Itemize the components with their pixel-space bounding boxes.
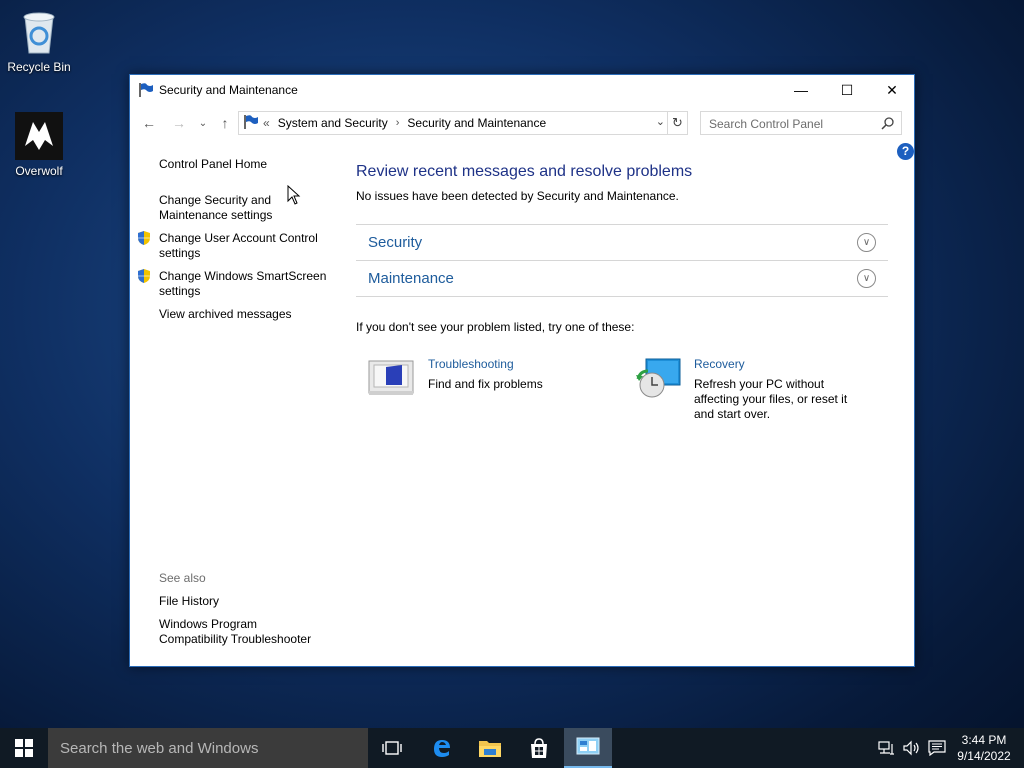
status-message: No issues have been detected by Security… — [356, 189, 679, 203]
taskbar: Search the web and Windows 3:44 PM 9/14/… — [0, 728, 1024, 768]
clock-time: 3:44 PM — [961, 733, 1007, 747]
chevron-down-icon[interactable]: ∨ — [857, 269, 876, 288]
edge-browser-button[interactable] — [418, 728, 466, 768]
breadcrumb-separator[interactable]: › — [396, 117, 400, 129]
search-placeholder: Search Control Panel — [709, 117, 824, 131]
address-dropdown-icon[interactable]: ⌄ — [656, 115, 665, 128]
action-center-icon[interactable] — [926, 728, 948, 768]
chevron-down-icon[interactable]: ∨ — [857, 233, 876, 252]
forward-arrow-icon[interactable]: → — [168, 113, 190, 133]
sidebar-link-control-panel-home[interactable]: Control Panel Home — [159, 157, 267, 172]
navigation-bar: ← → ⌄ ↑ « System and Security › Security… — [130, 109, 914, 137]
section-maintenance[interactable]: Maintenance ∨ — [356, 260, 888, 296]
address-bar[interactable]: « System and Security › Security and Mai… — [238, 111, 688, 135]
file-explorer-button[interactable] — [466, 728, 514, 768]
troubleshoot-hint: If you don't see your problem listed, tr… — [356, 320, 635, 334]
store-button[interactable] — [515, 728, 563, 768]
windows-logo-icon — [15, 739, 33, 757]
close-button[interactable]: ✕ — [869, 75, 915, 105]
start-button[interactable] — [0, 728, 48, 768]
breadcrumb-security-and-maintenance[interactable]: Security and Maintenance — [407, 116, 546, 130]
section-divider — [356, 296, 888, 297]
see-also-heading: See also — [159, 571, 206, 585]
store-bag-icon — [531, 738, 547, 758]
folder-icon — [479, 741, 501, 757]
overwolf-icon — [15, 112, 63, 160]
tile-description: Refresh your PC without affecting your f… — [694, 377, 848, 421]
task-view-button[interactable] — [368, 728, 416, 768]
minimize-button[interactable]: — — [778, 75, 824, 105]
system-clock[interactable]: 3:44 PM 9/14/2022 — [952, 732, 1016, 764]
troubleshooting-link[interactable]: Troubleshooting — [428, 357, 514, 371]
recent-locations-chevron-icon[interactable]: ⌄ — [192, 113, 214, 133]
see-also-link-file-history[interactable]: File History — [159, 594, 219, 609]
maximize-button[interactable]: ☐ — [824, 75, 870, 105]
desktop-icon-recycle-bin[interactable]: Recycle Bin — [1, 8, 77, 74]
page-title: Review recent messages and resolve probl… — [356, 163, 693, 180]
section-label: Maintenance — [368, 270, 454, 287]
edge-icon — [434, 740, 450, 757]
sidebar-link-change-security-settings[interactable]: Change Security and Maintenance settings — [159, 193, 289, 223]
search-icon[interactable] — [881, 116, 895, 133]
tile-recovery: Recovery Refresh your PC without affecti… — [634, 357, 890, 427]
security-maintenance-window: Security and Maintenance — ☐ ✕ ← → ⌄ ↑ «… — [129, 74, 915, 667]
desktop-icon-label: Overwolf — [15, 164, 63, 178]
help-icon[interactable]: ? — [897, 143, 914, 160]
control-panel-taskbar-button[interactable] — [564, 728, 612, 768]
refresh-icon[interactable]: ↻ — [667, 112, 687, 134]
search-input[interactable]: Search Control Panel — [700, 111, 902, 135]
breadcrumb-overflow[interactable]: « — [263, 116, 270, 130]
sidebar-link-change-uac-settings[interactable]: Change User Account Control settings — [159, 231, 329, 261]
network-icon[interactable] — [876, 728, 898, 768]
troubleshooting-icon — [368, 357, 416, 399]
up-arrow-icon[interactable]: ↑ — [214, 113, 236, 133]
control-panel-icon — [576, 737, 600, 755]
volume-icon[interactable] — [900, 728, 924, 768]
window-title: Security and Maintenance — [159, 83, 298, 97]
recovery-icon — [634, 357, 682, 399]
section-security[interactable]: Security ∨ — [356, 224, 888, 260]
sidebar-link-view-archived-messages[interactable]: View archived messages — [159, 307, 292, 322]
recycle-bin-icon — [15, 8, 63, 56]
recovery-link[interactable]: Recovery — [694, 357, 745, 371]
desktop-icon-label: Recycle Bin — [7, 60, 71, 74]
taskbar-search-placeholder: Search the web and Windows — [60, 740, 259, 757]
clock-date: 9/14/2022 — [957, 749, 1011, 763]
tile-troubleshooting: Troubleshooting Find and fix problems — [368, 357, 608, 407]
see-also-link-compatibility-troubleshooter[interactable]: Windows Program Compatibility Troublesho… — [159, 617, 324, 647]
back-arrow-icon[interactable]: ← — [138, 113, 160, 133]
flag-icon — [138, 82, 154, 101]
sidebar-link-change-smartscreen-settings[interactable]: Change Windows SmartScreen settings — [159, 269, 334, 299]
section-label: Security — [368, 234, 423, 251]
breadcrumb-system-and-security[interactable]: System and Security — [278, 116, 388, 130]
desktop-icon-overwolf[interactable]: Overwolf — [1, 112, 77, 178]
title-bar[interactable]: Security and Maintenance — ☐ ✕ — [130, 75, 914, 105]
uac-shield-icon — [136, 230, 152, 249]
tile-description: Find and fix problems — [428, 377, 543, 391]
task-view-icon — [382, 741, 402, 755]
taskbar-search-input[interactable]: Search the web and Windows — [48, 728, 368, 768]
mouse-cursor-icon — [287, 184, 301, 208]
flag-icon — [243, 114, 259, 133]
uac-shield-icon — [136, 268, 152, 287]
